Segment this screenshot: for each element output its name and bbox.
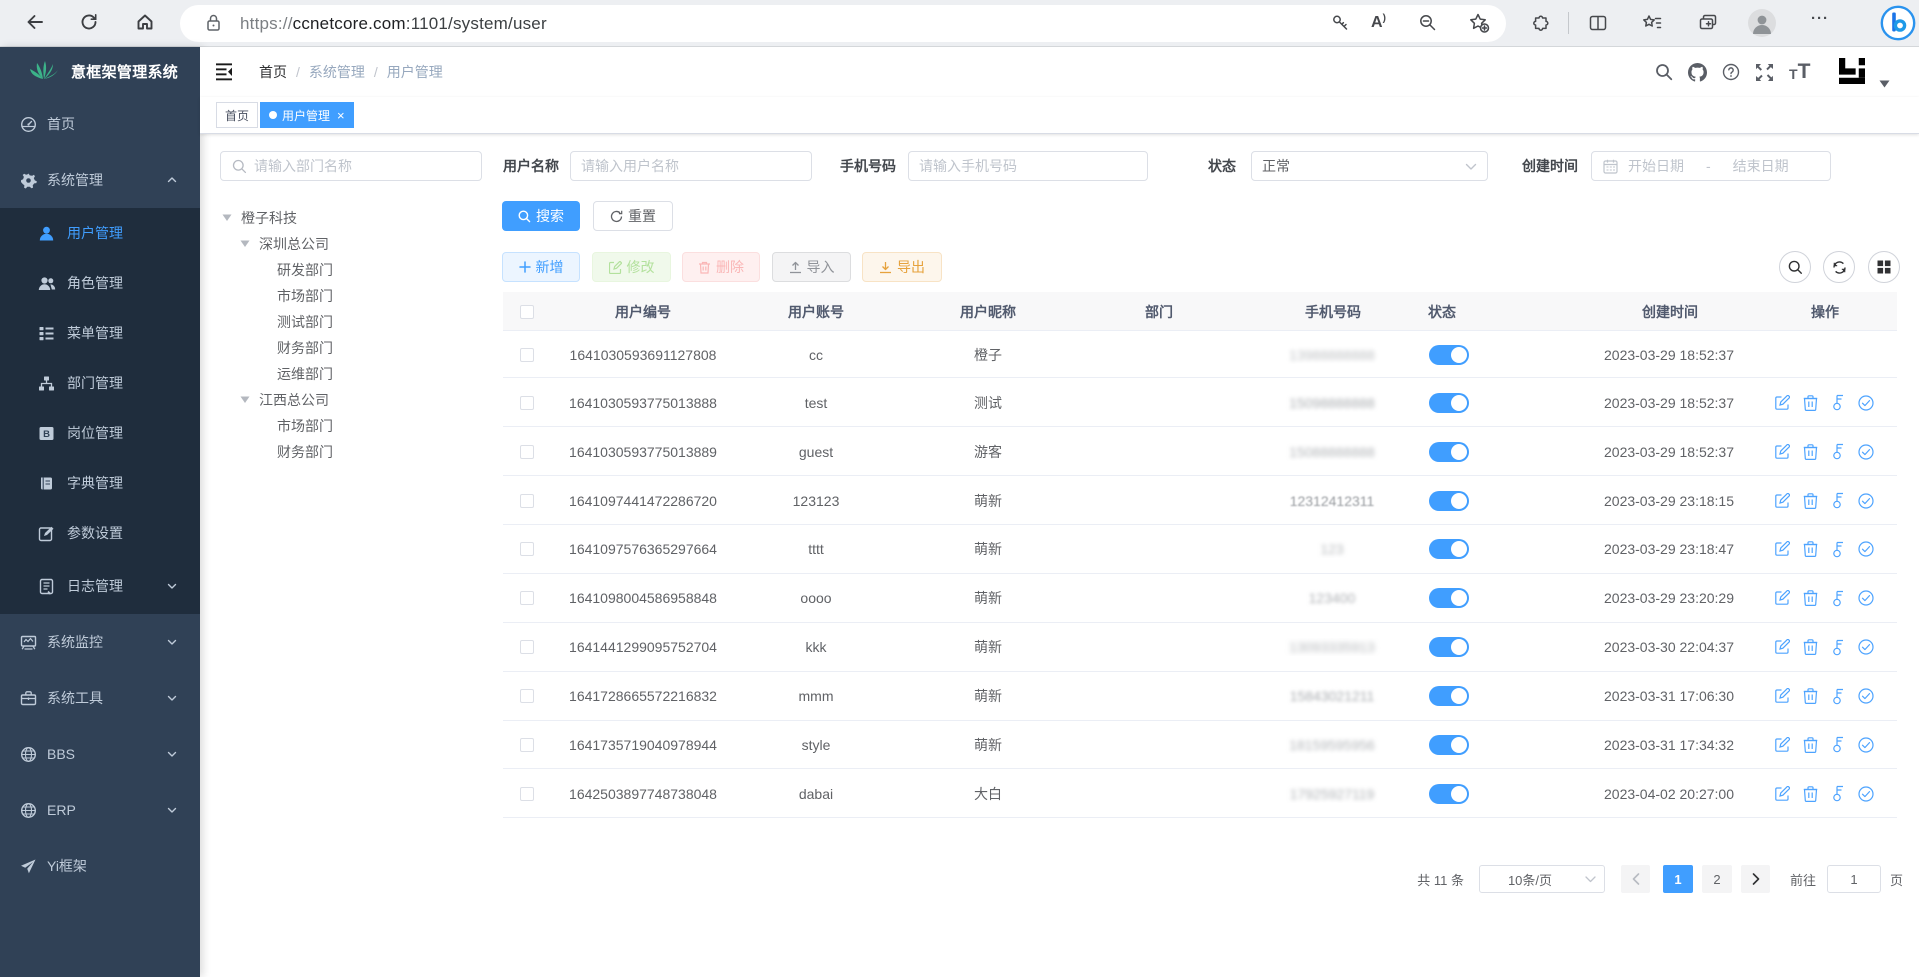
svg-text:B: B (43, 429, 50, 440)
